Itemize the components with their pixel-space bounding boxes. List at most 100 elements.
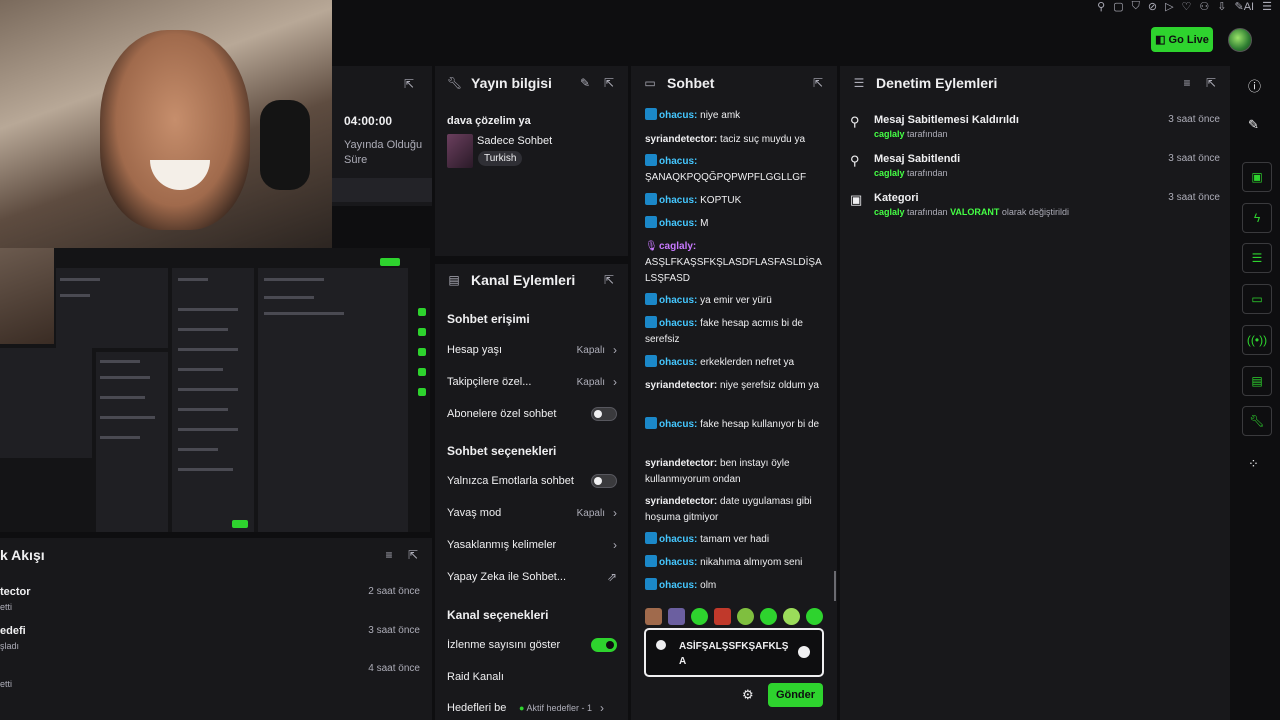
chat-panel: ▭ Sohbet ⇱ ohacus: niye amk syriandetect…	[631, 66, 837, 720]
media-icon[interactable]: ▣	[1242, 162, 1272, 192]
chat-text: ŞANAQKPQQĞPQPWPFLGGLLGF	[645, 172, 807, 183]
filter-icon[interactable]: ≡	[1180, 76, 1194, 90]
popout-icon[interactable]: ⇱	[1204, 76, 1218, 90]
edit-icon[interactable]: ✎	[578, 76, 592, 90]
ai-icon[interactable]: ✎AI	[1235, 0, 1255, 13]
chat-username[interactable]: ohacus	[659, 218, 694, 229]
followers-only-option[interactable]: Takipçilere özel... Kapalı ›	[447, 373, 617, 391]
mod-user[interactable]: caglaly	[874, 207, 905, 217]
goals-option[interactable]: Hedefleri be ● Aktif hedefler - 1 ›	[447, 699, 617, 717]
chat-input[interactable]: ASİFŞALŞSFKŞAFKLŞA	[644, 628, 824, 677]
slow-mode-option[interactable]: Yavaş mod Kapalı ›	[447, 504, 617, 522]
category-icon: ▣	[850, 192, 863, 207]
chat-text: ya emir ver yürü	[700, 295, 772, 306]
chat-icon[interactable]: ▭	[1242, 284, 1272, 314]
activity-desc: şladı	[0, 641, 20, 651]
square-icon[interactable]: ▢	[1113, 0, 1123, 13]
chat-username[interactable]: ohacus	[659, 295, 694, 306]
colon: :	[694, 534, 698, 545]
user-icon[interactable]: ⚇	[1199, 0, 1209, 13]
chat-username[interactable]: syriandetector	[645, 380, 714, 391]
colon: :	[694, 110, 698, 121]
edit-icon[interactable]: ✎	[1248, 117, 1259, 133]
subs-only-toggle[interactable]	[591, 407, 617, 421]
popout-icon[interactable]: ⇱	[406, 548, 420, 562]
emote-icon[interactable]	[645, 608, 662, 625]
activity-feed-panel: k Akışı ≡ ⇱ tector etti 2 saat önce edef…	[0, 538, 432, 720]
chat-username[interactable]: syriandetector	[645, 458, 714, 469]
download-icon[interactable]: ⇩	[1217, 0, 1226, 13]
language-tag: Turkish	[478, 151, 523, 166]
chat-username[interactable]: ohacus	[659, 534, 694, 545]
signal-icon: ◧	[1155, 34, 1166, 46]
chat-username[interactable]: syriandetector	[645, 496, 714, 507]
emote-icon[interactable]	[737, 608, 754, 625]
wrench-icon[interactable]: 🔧︎	[1242, 406, 1272, 436]
mod-action-row: ⚲ Mesaj Sabitlendi caglaly tarafından 3 …	[850, 153, 1220, 185]
emote-icon[interactable]	[806, 608, 823, 625]
heart-icon[interactable]: ♡	[1182, 0, 1192, 13]
info-icon[interactable]: ⓘ	[1248, 76, 1261, 95]
account-age-option[interactable]: Hesap yaşı Kapalı ›	[447, 341, 617, 359]
stream-info-panel: 🔧︎ Yayın bilgisi ✎ ⇱ dava çözelim ya Sad…	[435, 66, 628, 256]
more-icon[interactable]: ⁘	[1248, 456, 1259, 472]
list-icon[interactable]: ☰	[1242, 243, 1272, 273]
shield-icon[interactable]: ⛉	[1132, 0, 1140, 13]
popout-icon[interactable]: ⇱	[402, 77, 416, 91]
go-live-button[interactable]: ◧ Go Live	[1151, 27, 1213, 52]
popout-icon[interactable]: ⇱	[602, 76, 616, 90]
mod-user[interactable]: caglaly	[874, 129, 905, 139]
section-chat-options: Sohbet seçenekleri	[447, 444, 557, 458]
chat-text: tamam ver hadi	[700, 534, 770, 545]
pin-icon[interactable]: ⚲	[1097, 0, 1105, 13]
banned-words-option[interactable]: Yasaklanmış kelimeler ›	[447, 536, 617, 554]
emote-icon[interactable]	[760, 608, 777, 625]
stream-duration-label: Yayında Olduğu Süre	[344, 139, 423, 166]
raid-channel-option[interactable]: Raid Kanalı	[447, 668, 617, 686]
send-button[interactable]: Gönder	[768, 683, 823, 707]
chevron-right-icon: ›	[613, 343, 617, 357]
chat-username[interactable]: caglaly	[659, 241, 693, 252]
chat-username[interactable]: ohacus	[659, 156, 694, 167]
option-value: Kapalı	[576, 507, 605, 519]
chat-username[interactable]: syriandetector	[645, 134, 714, 145]
chat-username[interactable]: ohacus	[659, 419, 694, 430]
chat-message: 🎙︎caglaly: ASŞLFKAŞSFKŞLASDFLASFASLDİŞALS…	[645, 239, 823, 287]
menu-icon[interactable]: ☰	[1262, 0, 1272, 13]
gear-icon[interactable]: ⚙	[742, 687, 754, 703]
play-icon[interactable]: ▷	[1165, 0, 1173, 13]
server-icon[interactable]: ▤	[1242, 366, 1272, 396]
ai-chat-option[interactable]: Yapay Zeka ile Sohbet... ⇗	[447, 568, 617, 586]
list-icon: ☰	[853, 76, 865, 90]
popout-icon[interactable]: ⇱	[811, 76, 825, 90]
emote-icon[interactable]	[668, 608, 685, 625]
badge-icon	[645, 108, 657, 121]
chat-username[interactable]: ohacus	[659, 357, 694, 368]
colon: :	[694, 195, 698, 206]
ban-icon[interactable]: ⊘	[1148, 0, 1157, 13]
avatar[interactable]	[1228, 28, 1252, 52]
chat-message: syriandetector: niye şerefsiz oldum ya	[645, 378, 823, 394]
emote-icon[interactable]	[714, 608, 731, 625]
mod-action-name: Mesaj Sabitlendi	[874, 153, 961, 165]
colon: :	[694, 580, 698, 591]
mod-action-desc: caglaly tarafından	[874, 129, 948, 139]
emote-only-toggle[interactable]	[591, 474, 617, 488]
lightning-icon[interactable]: ϟ	[1242, 203, 1272, 233]
chat-username[interactable]: ohacus	[659, 557, 694, 568]
chat-scrollbar[interactable]	[834, 571, 836, 601]
mod-desc-text: tarafından	[904, 129, 948, 139]
popout-icon[interactable]: ⇱	[602, 273, 616, 287]
mod-user[interactable]: caglaly	[874, 168, 905, 178]
chat-username[interactable]: ohacus	[659, 195, 694, 206]
chat-username[interactable]: ohacus	[659, 110, 694, 121]
chat-username[interactable]: ohacus	[659, 580, 694, 591]
emoji-icon[interactable]	[798, 646, 810, 658]
broadcast-icon[interactable]: ((•))	[1242, 325, 1272, 355]
emote-icon[interactable]	[783, 608, 800, 625]
emote-icon[interactable]	[691, 608, 708, 625]
filter-icon[interactable]: ≡	[382, 548, 396, 562]
show-viewers-toggle[interactable]	[591, 638, 617, 652]
chat-username[interactable]: ohacus	[659, 318, 694, 329]
mod-action-row: ⚲ Mesaj Sabitlemesi Kaldırıldı caglaly t…	[850, 114, 1220, 146]
